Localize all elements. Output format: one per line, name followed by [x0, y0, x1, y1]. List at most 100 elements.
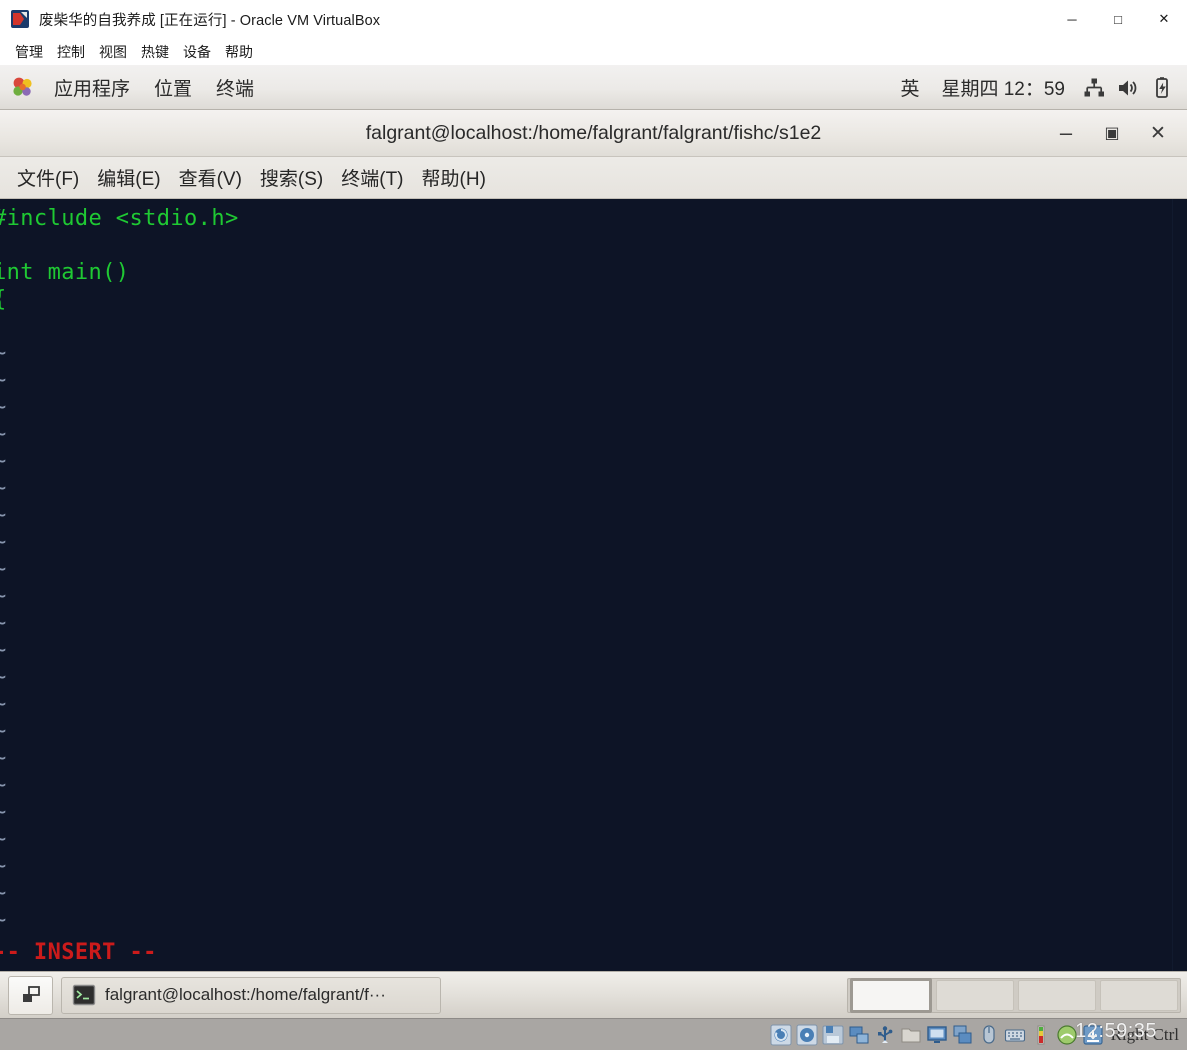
vbox-menu-manage[interactable]: 管理 [8, 40, 50, 64]
vim-buffer-line: int main() [0, 260, 130, 285]
vbox-menu-devices[interactable]: 设备 [176, 40, 218, 64]
vbox-menu-view[interactable]: 视图 [92, 40, 134, 64]
terminal-maximize-button[interactable]: ▣ [1089, 110, 1135, 156]
volume-icon[interactable] [1111, 65, 1145, 110]
vim-status-line: -- INSERT -- [0, 940, 157, 965]
vim-empty-line-marker: ~ [0, 637, 7, 664]
show-desktop-icon [22, 986, 40, 1002]
vim-empty-line-marker: ~ [0, 799, 7, 826]
vbox-menu-machine[interactable]: 控制 [50, 40, 92, 64]
vim-empty-line-marker: ~ [0, 853, 7, 880]
host-window-title: 废柴华的自我养成 [正在运行] - Oracle VM VirtualBox [39, 9, 380, 30]
optical-disk-icon[interactable] [795, 1023, 819, 1047]
performance-icon[interactable] [1029, 1023, 1053, 1047]
vim-empty-line-marker: ~ [0, 421, 7, 448]
workspace-4[interactable] [1100, 980, 1178, 1011]
workspace-switcher [847, 978, 1181, 1013]
guest-screen: 应用程序 位置 终端 英 星期四 12：59 falgrant@localhos… [0, 65, 1187, 1018]
vim-empty-line-marker: ~ [0, 745, 7, 772]
vim-empty-line-marker: ~ [0, 664, 7, 691]
taskbar-window-terminal[interactable]: falgrant@localhost:/home/falgrant/f··· [61, 976, 441, 1014]
vim-empty-line-marker: ~ [0, 367, 7, 394]
vim-empty-line-marker: ~ [0, 772, 7, 799]
network-icon[interactable] [847, 1023, 871, 1047]
vim-empty-line-marker: ~ [0, 880, 7, 907]
vim-empty-line-marker: ~ [0, 394, 7, 421]
terminal-minimize-button[interactable]: – [1043, 110, 1089, 156]
taskbar-window-label: falgrant@localhost:/home/falgrant/f··· [105, 985, 386, 1004]
gnome-menu-places[interactable]: 位置 [142, 71, 204, 104]
host-key-label: Right Ctrl [1110, 1024, 1179, 1044]
virtualbox-app-window: 废柴华的自我养成 [正在运行] - Oracle VM VirtualBox ─… [0, 0, 1187, 1050]
gnome-menu-terminal[interactable]: 终端 [204, 71, 266, 104]
vim-buffer-line: { [0, 286, 7, 313]
hard-disk-icon[interactable] [769, 1023, 793, 1047]
vim-buffer-line: #include <stdio.h> [0, 206, 239, 231]
vim-empty-line-marker: ~ [0, 475, 7, 502]
host-window-title-text: 废柴华的自我养成 [正在运行] - Oracle VM VirtualBox [39, 12, 381, 29]
host-drive-icon[interactable] [1081, 1023, 1105, 1047]
vim-empty-line-marker: ~ [0, 691, 7, 718]
host-window-controls: ─ □ ✕ [1049, 0, 1187, 38]
terminal-window-controls: – ▣ ✕ [1043, 110, 1181, 156]
vim-empty-line-marker: ~ [0, 502, 7, 529]
show-desktop-button[interactable] [8, 975, 53, 1015]
host-key-indicator: Right Ctrl [1111, 1025, 1179, 1045]
terminal-title: falgrant@localhost:/home/falgrant/falgra… [365, 121, 822, 144]
terminal-icon [72, 984, 96, 1006]
virtualbox-menubar: 管理 控制 视图 热键 设备 帮助 [0, 38, 1187, 65]
workspace-1[interactable] [850, 978, 932, 1013]
video-capture-icon[interactable] [951, 1023, 975, 1047]
input-method-indicator[interactable]: 英 [890, 71, 929, 104]
gnome-foot-icon [13, 77, 32, 96]
vbox-menu-help[interactable]: 帮助 [218, 40, 260, 64]
host-minimize-button[interactable]: ─ [1049, 0, 1095, 38]
virtualbox-statusbar: Right Ctrl 12:59:35 [0, 1018, 1187, 1050]
gnome-menu-applications[interactable]: 应用程序 [42, 71, 142, 104]
workspace-2[interactable] [936, 980, 1014, 1011]
gnome-clock[interactable]: 星期四 12：59 [929, 71, 1077, 104]
virtualbox-device-indicators [769, 1022, 1105, 1048]
battery-icon[interactable] [1145, 65, 1179, 110]
vim-empty-line-marker: ~ [0, 907, 7, 934]
gnome-top-panel: 应用程序 位置 终端 英 星期四 12：59 [0, 65, 1187, 110]
terminal-menu-edit[interactable]: 编辑(E) [88, 160, 169, 195]
vim-empty-line-marker: ~ [0, 340, 7, 367]
vbox-menu-input[interactable]: 热键 [134, 40, 176, 64]
terminal-menu-help[interactable]: 帮助(H) [413, 160, 495, 195]
gnome-bottom-panel: falgrant@localhost:/home/falgrant/f··· [0, 971, 1187, 1018]
terminal-menu-file[interactable]: 文件(F) [8, 160, 88, 195]
vim-empty-line-marker: ~ [0, 529, 7, 556]
vim-empty-line-marker: ~ [0, 826, 7, 853]
gnome-terminal-window: falgrant@localhost:/home/falgrant/falgra… [0, 110, 1187, 972]
vim-empty-line-marker: ~ [0, 583, 7, 610]
vim-empty-line-marker: ~ [0, 718, 7, 745]
host-close-button[interactable]: ✕ [1141, 0, 1187, 38]
workspace-3[interactable] [1018, 980, 1096, 1011]
terminal-menu-view[interactable]: 查看(V) [170, 160, 251, 195]
terminal-scrollbar[interactable] [1172, 199, 1187, 972]
vim-empty-line-marker: ~ [0, 448, 7, 475]
display-icon[interactable] [925, 1023, 949, 1047]
terminal-menubar: 文件(F) 编辑(E) 查看(V) 搜索(S) 终端(T) 帮助(H) [0, 157, 1187, 199]
virtualbox-logo-icon [11, 10, 29, 28]
shared-folder-icon[interactable] [899, 1023, 923, 1047]
virtualbox-app-icon [10, 9, 30, 29]
usb-icon[interactable] [873, 1023, 897, 1047]
vim-empty-line-marker: ~ [0, 556, 7, 583]
terminal-screen[interactable]: ~~~~~~~~~~~~~~~~~~~~~~{int main()#includ… [0, 199, 1187, 972]
terminal-menu-search[interactable]: 搜索(S) [251, 160, 332, 195]
gnome-panel-menus: 应用程序 位置 终端 [0, 71, 266, 104]
terminal-close-button[interactable]: ✕ [1135, 110, 1181, 156]
host-titlebar: 废柴华的自我养成 [正在运行] - Oracle VM VirtualBox ─… [0, 0, 1187, 38]
host-maximize-button[interactable]: □ [1095, 0, 1141, 38]
guest-additions-icon[interactable] [1055, 1023, 1079, 1047]
terminal-titlebar[interactable]: falgrant@localhost:/home/falgrant/falgra… [0, 110, 1187, 157]
keyboard-icon[interactable] [1003, 1023, 1027, 1047]
terminal-menu-terminal[interactable]: 终端(T) [332, 160, 412, 195]
network-icon[interactable] [1077, 65, 1111, 110]
gnome-panel-tray: 英 星期四 12：59 [890, 65, 1179, 110]
mouse-icon[interactable] [977, 1023, 1001, 1047]
floppy-icon[interactable] [821, 1023, 845, 1047]
vim-empty-line-marker: ~ [0, 610, 7, 637]
